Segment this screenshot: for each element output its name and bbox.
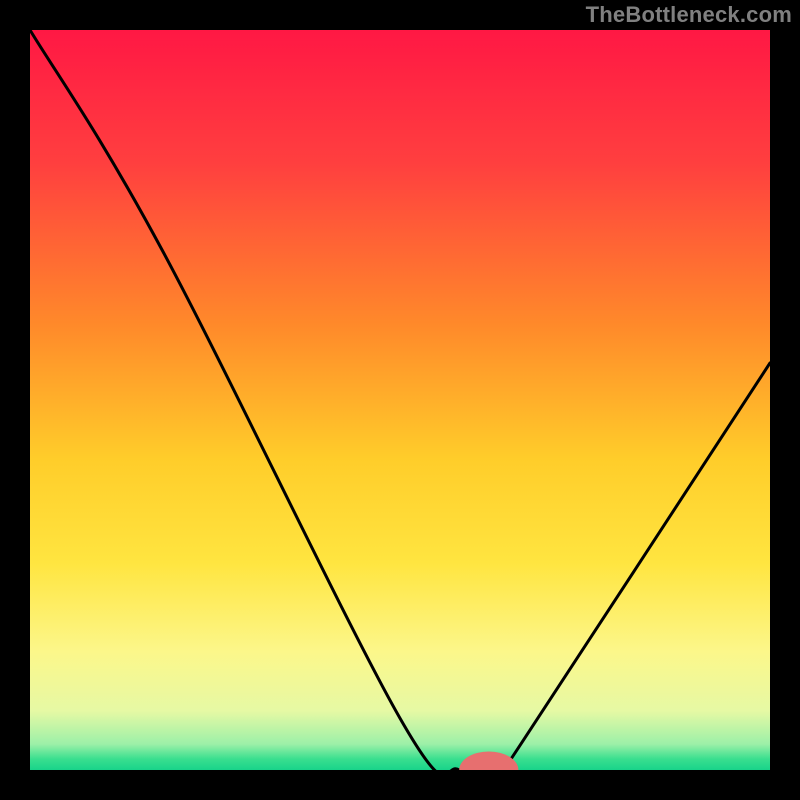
chart-container: TheBottleneck.com <box>0 0 800 800</box>
watermark-text: TheBottleneck.com <box>586 2 792 28</box>
bottleneck-chart <box>30 30 770 770</box>
heatmap-background <box>30 30 770 770</box>
